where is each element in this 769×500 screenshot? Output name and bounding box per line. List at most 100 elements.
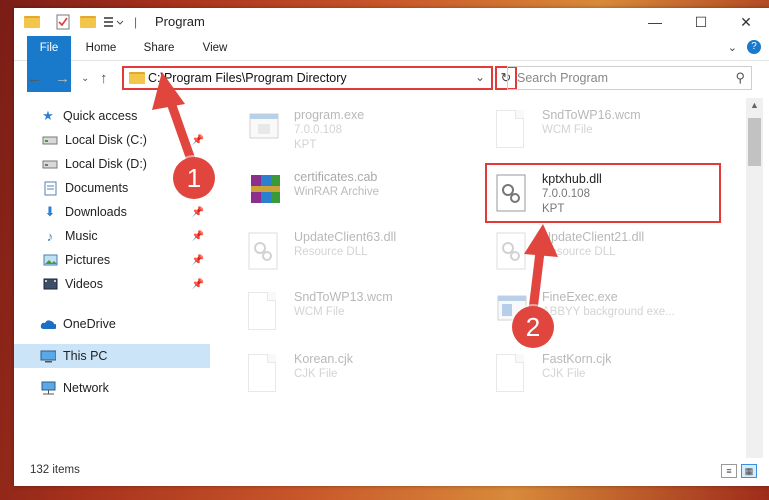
nav-item-label: Quick access (63, 109, 138, 123)
tab-view[interactable]: View (194, 36, 236, 60)
file-detail: ABBYY background exe... (542, 306, 675, 318)
folder-icon (24, 13, 40, 31)
customize-toolbar-icon[interactable] (103, 13, 127, 31)
folder-icon (129, 72, 145, 84)
nav-item-label: Network (63, 381, 109, 395)
item-count: 132 items (30, 464, 80, 476)
ribbon-tabs: File Home Share View ⌄ ? (14, 36, 769, 92)
maximize-button[interactable]: ☐ (678, 8, 724, 36)
file-name: UpdateClient21.dll (542, 230, 645, 244)
address-path: C:\Program Files\Program Directory (148, 71, 347, 85)
file-name: SndToWP16.wcm (542, 108, 641, 122)
scrollbar-thumb[interactable] (748, 118, 761, 166)
status-bar: 132 items ≡ ▦ (14, 460, 769, 486)
details-view-icon[interactable]: ≡ (721, 464, 737, 478)
nav-item-label: Downloads (65, 205, 127, 219)
new-folder-icon[interactable] (80, 13, 96, 31)
music-icon: ♪ (46, 228, 54, 244)
download-icon: ⬇ (44, 204, 56, 219)
nav-item-label: Music (65, 229, 98, 243)
file-item[interactable]: certificates.cab WinRAR Archive (238, 166, 478, 222)
search-input[interactable]: Search Program ⚲ (507, 66, 752, 90)
step-marker-1: 1 (173, 157, 215, 199)
file-item[interactable]: FastKorn.cjk CJK File (486, 348, 726, 404)
file-detail: CJK File (542, 368, 586, 380)
tab-home[interactable]: Home (78, 36, 124, 60)
generic-file-icon (496, 110, 528, 150)
highlight-box-kptxhub (485, 163, 721, 223)
drive-icon (42, 156, 58, 172)
file-item[interactable]: SndToWP13.wcm WCM File (238, 286, 478, 342)
generic-file-icon (248, 292, 280, 332)
file-detail: WinRAR Archive (294, 186, 379, 198)
forward-arrow-icon[interactable]: → (55, 70, 70, 87)
search-placeholder: Search Program (517, 71, 609, 85)
nav-item-label: Documents (65, 181, 129, 195)
recent-locations-icon[interactable]: ⌄ (81, 73, 89, 84)
file-name: SndToWP13.wcm (294, 290, 393, 304)
drive-icon (42, 132, 58, 148)
file-name: Korean.cjk (294, 352, 354, 366)
nav-item-pictures[interactable]: Pictures 📌 (14, 248, 210, 272)
nav-item-music[interactable]: ♪ Music 📌 (14, 224, 210, 248)
title-bar: | Program — ☐ ✕ (14, 8, 769, 36)
nav-item-local-disk-c[interactable]: Local Disk (C:) 📌 (14, 128, 210, 152)
generic-file-icon (496, 354, 528, 394)
separator: | (134, 15, 138, 29)
pin-icon: 📌 (191, 230, 204, 242)
archive-icon (248, 172, 280, 212)
pictures-icon (42, 252, 58, 268)
nav-item-label: OneDrive (63, 317, 116, 331)
minimize-button[interactable]: — (632, 8, 678, 36)
tab-share[interactable]: Share (136, 36, 182, 60)
nav-item-label: Pictures (65, 253, 111, 267)
generic-file-icon (248, 354, 280, 394)
nav-item-label: Videos (65, 277, 103, 291)
file-detail: Resource DLL (294, 246, 368, 258)
computer-icon (40, 348, 56, 364)
file-detail: WCM File (294, 306, 345, 318)
videos-icon (42, 276, 58, 292)
file-item[interactable]: UpdateClient63.dll Resource DLL (238, 226, 478, 282)
up-arrow-icon[interactable]: ↑ (100, 70, 108, 87)
cloud-icon (40, 316, 56, 332)
file-item[interactable]: Korean.cjk CJK File (238, 348, 478, 404)
file-name: FastKorn.cjk (542, 352, 612, 366)
scroll-up-icon[interactable]: ▲ (750, 100, 759, 110)
dll-icon (248, 232, 280, 272)
file-item[interactable]: UpdateClient21.dll Resource DLL (486, 226, 726, 282)
file-item[interactable]: program.exe 7.0.0.108 KPT (238, 104, 478, 160)
file-detail: KPT (294, 139, 317, 151)
window-title: Program (155, 14, 205, 29)
file-name: FineExec.exe (542, 290, 618, 304)
nav-item-label: This PC (63, 349, 108, 363)
file-detail: Resource DLL (542, 246, 616, 258)
nav-item-videos[interactable]: Videos 📌 (14, 272, 210, 296)
help-icon[interactable]: ? (747, 40, 761, 54)
documents-icon (42, 180, 58, 196)
pin-icon: 📌 (191, 134, 204, 146)
chevron-down-icon[interactable]: ⌄ (475, 70, 485, 84)
chevron-down-icon[interactable]: ⌄ (728, 41, 737, 54)
close-button[interactable]: ✕ (723, 8, 769, 36)
search-icon[interactable]: ⚲ (735, 70, 745, 86)
nav-item-this-pc[interactable]: This PC (14, 344, 210, 368)
nav-item-downloads[interactable]: ⬇ Downloads 📌 (14, 200, 210, 224)
file-list: program.exe 7.0.0.108 KPT SndToWP16.wcm … (222, 98, 746, 458)
file-name: certificates.cab (294, 170, 378, 184)
file-item[interactable]: SndToWP16.wcm WCM File (486, 104, 726, 160)
properties-icon[interactable] (56, 13, 70, 31)
address-bar[interactable]: C:\Program Files\Program Directory ⌄ (122, 66, 493, 90)
file-detail: WCM File (542, 124, 593, 136)
large-icons-view-icon[interactable]: ▦ (741, 464, 757, 478)
pin-icon: 📌 (191, 254, 204, 266)
vertical-scrollbar[interactable]: ▲ (746, 98, 763, 458)
back-arrow-icon[interactable]: ← (27, 70, 42, 87)
dll-icon (496, 232, 528, 272)
nav-item-network[interactable]: Network (14, 376, 210, 400)
nav-item-label: Local Disk (C:) (65, 133, 147, 147)
file-detail: 7.0.0.108 (294, 124, 342, 136)
nav-item-quick-access[interactable]: ★ Quick access (14, 104, 210, 128)
nav-item-onedrive[interactable]: OneDrive (14, 312, 210, 336)
network-icon (40, 380, 56, 396)
